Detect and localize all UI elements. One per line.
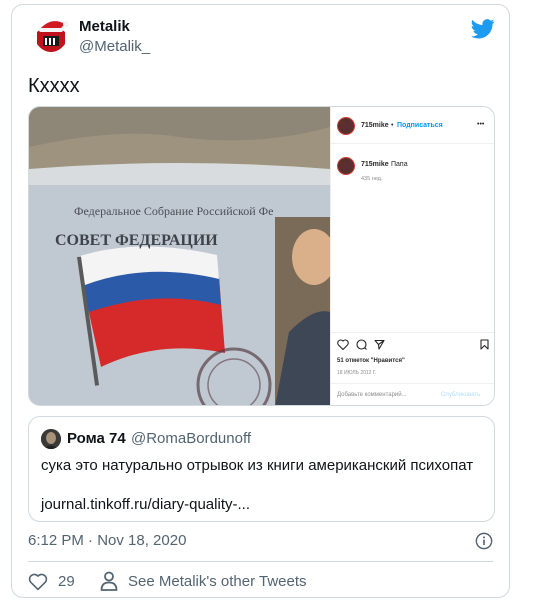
author-name[interactable]: Metalik [79, 18, 130, 35]
tweet-timestamp[interactable]: 6:12 PM · Nov 18, 2020 [28, 532, 186, 549]
ig-heart-icon[interactable] [337, 339, 349, 350]
ig-divider [331, 143, 494, 144]
ig-post-date: 18 ИЮЛЬ 2012 Г. [337, 370, 377, 376]
tweet-text: Кхххх [28, 75, 80, 97]
ig-comment-avatar[interactable] [337, 157, 355, 175]
like-count[interactable]: 29 [58, 573, 75, 590]
ig-username[interactable]: 715mike [361, 122, 389, 129]
ig-follow-button[interactable]: Подписаться [397, 122, 443, 129]
ig-share-icon[interactable] [374, 339, 385, 350]
person-icon[interactable] [100, 571, 118, 591]
ig-comment-age: 435 нед. [361, 176, 383, 182]
author-handle[interactable]: @Metalik_ [79, 38, 150, 55]
ig-comment-icon[interactable] [356, 339, 367, 350]
id-card-photo: Федеральное Собрание Российской Фе СОВЕТ… [29, 107, 330, 405]
info-icon[interactable] [475, 532, 493, 550]
id-card-line2: СОВЕТ ФЕДЕРАЦИИ [55, 232, 218, 249]
ig-publish-button[interactable]: Опубликовать [441, 392, 480, 398]
tweet-media[interactable]: Федеральное Собрание Российской Фе СОВЕТ… [28, 106, 495, 406]
ig-add-comment-input[interactable]: Добавьте комментарий... [337, 392, 407, 398]
ig-bookmark-icon[interactable] [480, 339, 489, 350]
twitter-logo-icon[interactable] [471, 18, 495, 40]
ig-divider-3 [331, 383, 494, 384]
quoted-author-avatar[interactable] [41, 429, 61, 449]
ig-separator: • [391, 122, 394, 129]
instagram-panel: 715mike • Подписаться ••• 715mike Папа 4… [330, 107, 494, 405]
see-other-tweets-link[interactable]: See Metalik's other Tweets [128, 573, 307, 590]
tweet-card: Metalik @Metalik_ Кхххх Федеральное Собр… [11, 4, 510, 598]
id-card-line1: Федеральное Собрание Российской Фе [74, 204, 273, 218]
author-avatar[interactable] [29, 14, 73, 58]
quoted-tweet[interactable]: Рома 74 @RomaBordunoff сука это натураль… [28, 416, 495, 522]
quoted-tweet-text: сука это натурально отрывок из книги аме… [41, 457, 474, 474]
ig-comment-text: Папа [391, 161, 408, 168]
ig-comment-user[interactable]: 715mike [361, 161, 389, 168]
quoted-author-name[interactable]: Рома 74 [67, 430, 126, 447]
ig-likes-count[interactable]: 51 отметок "Нравится" [337, 358, 405, 364]
ig-divider-2 [331, 332, 494, 333]
ig-user-avatar[interactable] [337, 117, 355, 135]
quoted-author-handle[interactable]: @RomaBordunoff [131, 430, 251, 447]
ig-more-menu[interactable]: ••• [477, 121, 484, 128]
heart-icon[interactable] [28, 572, 48, 591]
footer-divider [28, 561, 493, 562]
quoted-tweet-link[interactable]: journal.tinkoff.ru/diary-quality-... [41, 496, 250, 513]
